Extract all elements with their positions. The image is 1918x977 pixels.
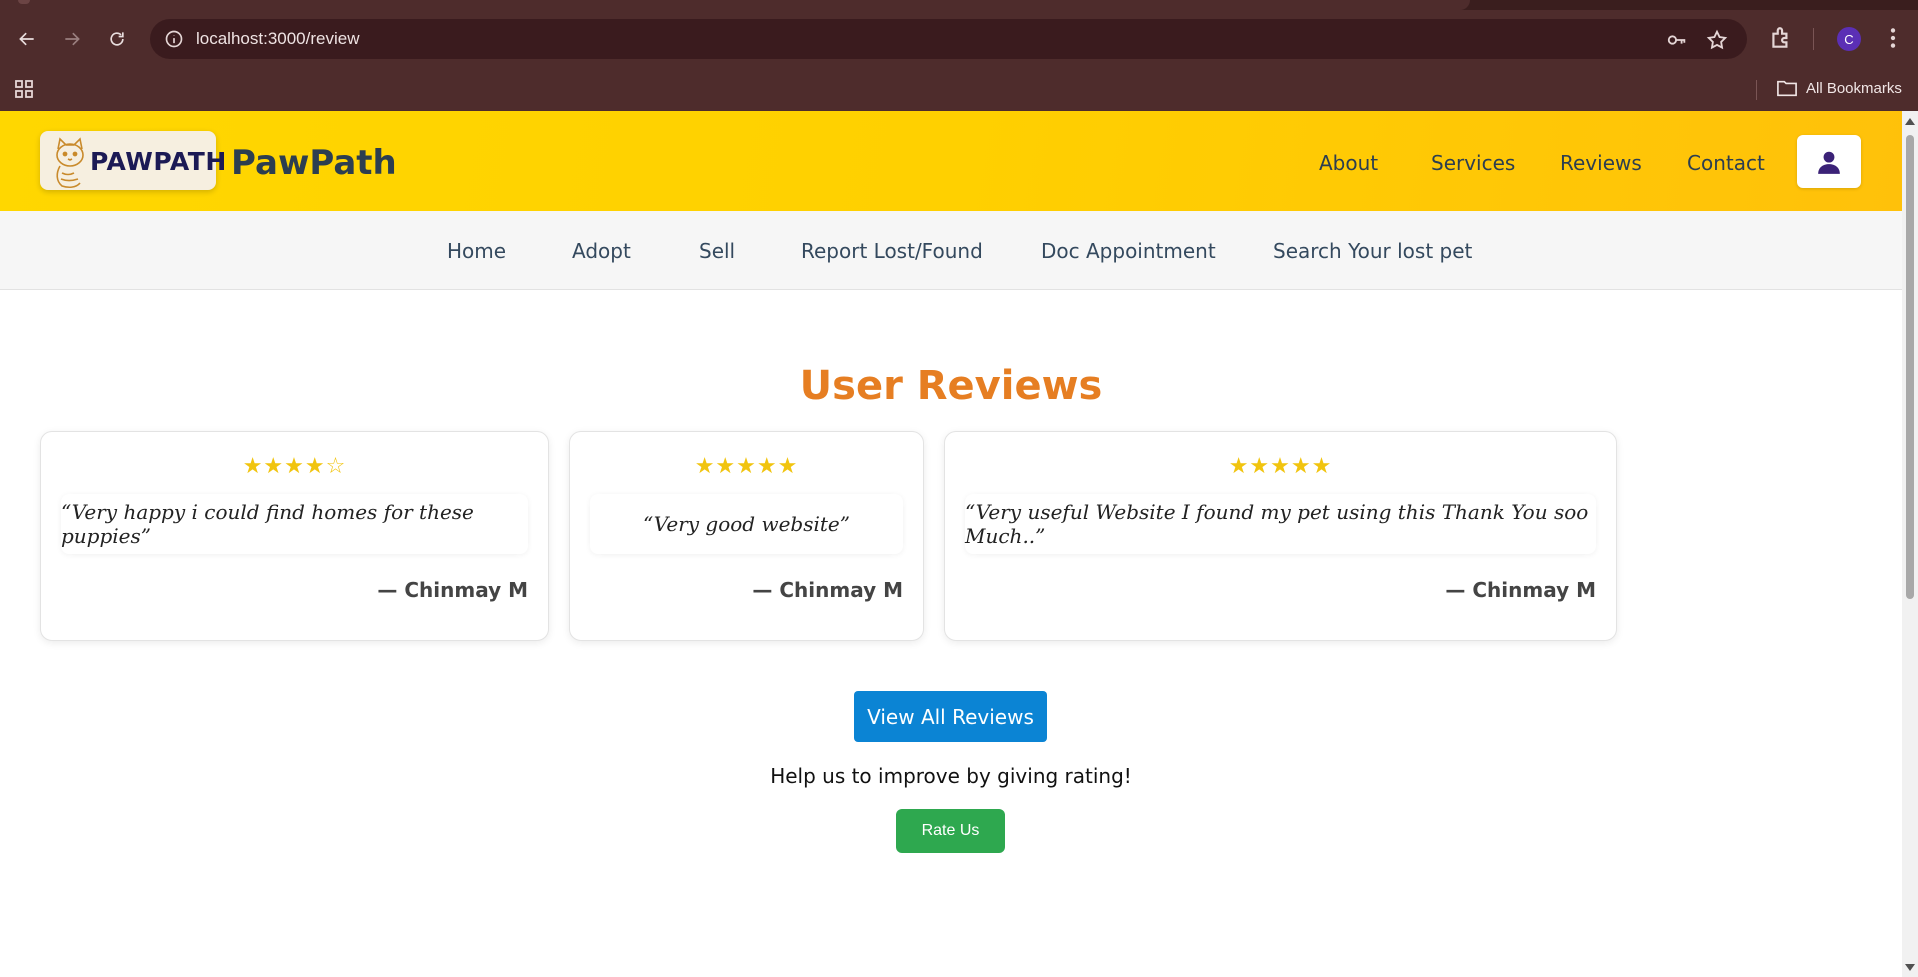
nav-about[interactable]: About: [1319, 151, 1378, 175]
browser-chrome: localhost:3000/review C All Bookmarks: [0, 0, 1918, 111]
all-bookmarks-label: All Bookmarks: [1806, 79, 1902, 97]
view-all-reviews-button[interactable]: View All Reviews: [854, 691, 1047, 742]
bookmarks-separator: [1756, 80, 1757, 100]
review-card: ★★★★★ “Very good website” — Chinmay M: [569, 431, 924, 641]
nav-contact[interactable]: Contact: [1687, 151, 1765, 175]
review-text: “Very good website”: [590, 494, 903, 554]
cat-logo-icon: [56, 137, 84, 189]
review-author: — Chinmay M: [1445, 578, 1596, 602]
subnav-sell[interactable]: Sell: [699, 239, 735, 263]
nav-reviews[interactable]: Reviews: [1560, 151, 1642, 175]
scroll-thumb[interactable]: [1906, 135, 1914, 599]
all-bookmarks-button[interactable]: All Bookmarks: [1776, 78, 1902, 98]
folder-icon: [1777, 80, 1797, 97]
subnav-home[interactable]: Home: [447, 239, 506, 263]
reload-icon[interactable]: [102, 24, 132, 54]
secondary-nav: Home Adopt Sell Report Lost/Found Doc Ap…: [0, 211, 1902, 290]
site-header: PAWPATH PawPath About Services Reviews C…: [0, 111, 1902, 211]
star-rating: ★★★★★: [694, 454, 799, 479]
site-logo[interactable]: PAWPATH: [40, 131, 226, 190]
site-info-icon[interactable]: [164, 29, 184, 49]
user-profile-button[interactable]: [1797, 135, 1861, 188]
review-author: — Chinmay M: [377, 578, 528, 602]
back-icon[interactable]: [12, 24, 42, 54]
review-card: ★★★★★ “Very useful Website I found my pe…: [944, 431, 1617, 641]
scroll-down-icon[interactable]: [1905, 964, 1915, 971]
subnav-report-lost-found[interactable]: Report Lost/Found: [801, 239, 983, 263]
extensions-icon[interactable]: [1768, 25, 1794, 51]
profile-avatar[interactable]: C: [1837, 27, 1861, 51]
subnav-adopt[interactable]: Adopt: [572, 239, 631, 263]
review-text: “Very useful Website I found my pet usin…: [965, 494, 1596, 554]
brand-name[interactable]: PawPath: [231, 143, 397, 183]
page-scrollbar[interactable]: [1902, 111, 1918, 977]
password-key-icon[interactable]: [1666, 29, 1688, 51]
tab-strip: [0, 0, 1918, 10]
forward-icon[interactable]: [57, 24, 87, 54]
rate-us-button[interactable]: Rate Us: [896, 809, 1005, 853]
page-title: User Reviews: [799, 363, 1103, 409]
subnav-doc-appointment[interactable]: Doc Appointment: [1041, 239, 1216, 263]
review-author: — Chinmay M: [752, 578, 903, 602]
help-text: Help us to improve by giving rating!: [770, 764, 1132, 788]
logo-text: PAWPATH: [90, 147, 227, 176]
bookmark-star-icon[interactable]: [1706, 29, 1728, 51]
star-rating: ★★★★☆: [242, 454, 347, 479]
review-text: “Very happy i could find homes for these…: [61, 494, 528, 554]
page-viewport: PAWPATH PawPath About Services Reviews C…: [0, 111, 1902, 977]
subnav-search-lost-pet[interactable]: Search Your lost pet: [1273, 239, 1472, 263]
url-text[interactable]: localhost:3000/review: [196, 29, 359, 49]
apps-grid-icon[interactable]: [14, 79, 34, 99]
address-bar[interactable]: localhost:3000/review: [150, 19, 1747, 59]
scroll-up-icon[interactable]: [1905, 118, 1915, 125]
menu-dots-icon[interactable]: [1880, 25, 1906, 51]
nav-services[interactable]: Services: [1431, 151, 1515, 175]
active-tab[interactable]: [0, 0, 1470, 10]
browser-toolbar: localhost:3000/review C: [0, 10, 1918, 68]
toolbar-separator: [1813, 28, 1814, 50]
star-rating: ★★★★★: [1228, 454, 1333, 479]
bookmarks-bar: All Bookmarks: [0, 68, 1918, 111]
review-card: ★★★★☆ “Very happy i could find homes for…: [40, 431, 549, 641]
user-icon: [1818, 151, 1840, 174]
